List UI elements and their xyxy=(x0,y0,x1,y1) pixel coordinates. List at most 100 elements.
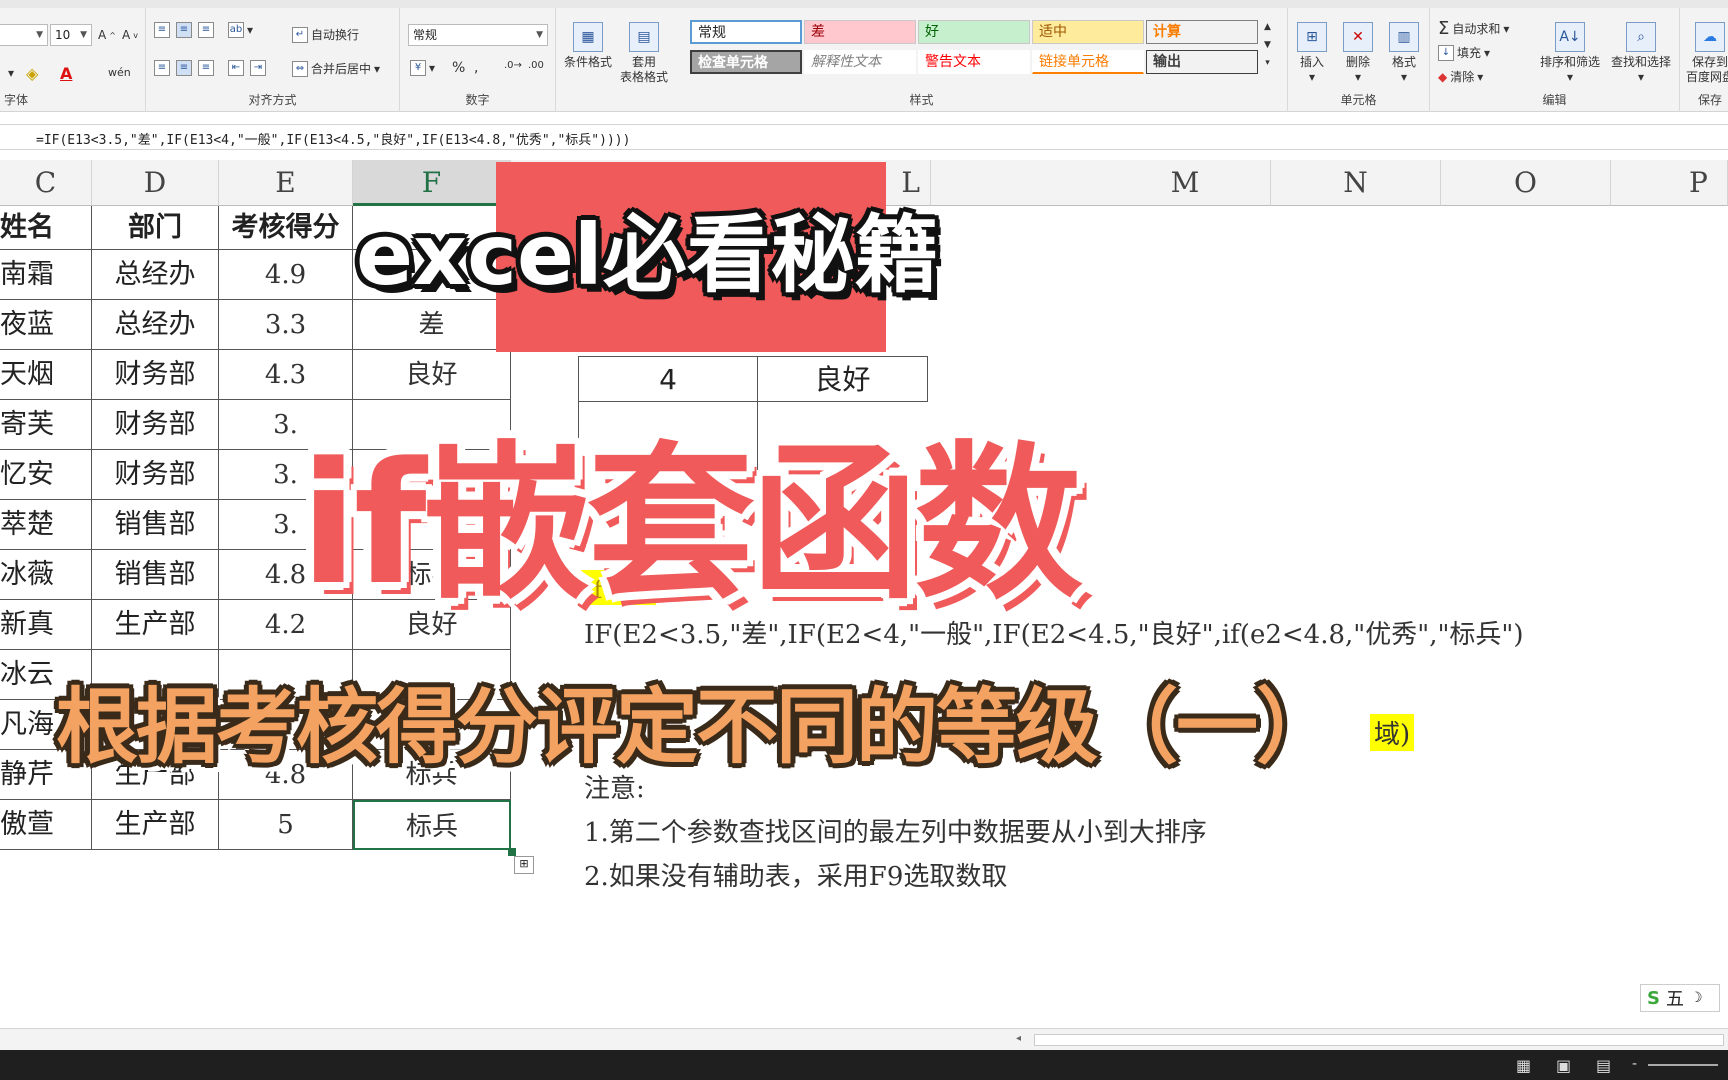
font-color-icon[interactable]: A xyxy=(60,64,72,83)
style-bad[interactable]: 差 xyxy=(804,20,916,44)
table-format-icon: ▤ xyxy=(629,22,659,52)
sort-filter-button[interactable]: A↓ 排序和筛选 ▾ xyxy=(1536,22,1604,85)
table-cell[interactable]: 南霜 xyxy=(0,250,92,300)
align-left-icon[interactable]: ≡ xyxy=(154,60,170,76)
horizontal-scrollbar[interactable]: ◂ xyxy=(0,1028,1728,1050)
table-cell[interactable]: 天烟 xyxy=(0,350,92,400)
style-calculation[interactable]: 计算 xyxy=(1146,20,1258,44)
column-header-e[interactable]: E xyxy=(219,160,353,206)
formula-bar[interactable]: =IF(E13<3.5,"差",IF(E13<4,"一般",IF(E13<4.5… xyxy=(0,124,1728,150)
autosum-button[interactable]: Σ 自动求和 ▾ xyxy=(1438,18,1509,39)
font-name-dropdown[interactable]: ▼ xyxy=(0,24,48,46)
delete-icon: ✕ xyxy=(1343,22,1373,52)
table-cell[interactable]: 总经办 xyxy=(92,250,219,300)
table-cell[interactable]: 财务部 xyxy=(92,450,219,500)
orientation-icon[interactable]: ab ▾ xyxy=(228,22,253,38)
percent-icon[interactable]: % xyxy=(452,60,465,76)
scroll-thumb[interactable] xyxy=(1034,1034,1724,1046)
table-header-cell[interactable]: 姓名 xyxy=(0,206,92,250)
decrease-decimal-icon[interactable]: .00 xyxy=(528,60,544,71)
overlay-title-excel: excel必看秘籍 xyxy=(356,206,939,304)
quick-analysis-icon[interactable]: ⊞ xyxy=(514,856,534,874)
table-cell[interactable]: 傲萱 xyxy=(0,800,92,850)
table-cell[interactable]: 销售部 xyxy=(92,500,219,550)
table-cell[interactable]: 忆安 xyxy=(0,450,92,500)
increase-decimal-icon[interactable]: .0→ xyxy=(504,60,522,71)
phonetic-icon[interactable]: wén xyxy=(108,66,131,79)
align-top-icon[interactable]: ≡ xyxy=(154,22,170,38)
style-good[interactable]: 好 xyxy=(918,20,1030,44)
align-middle-icon[interactable]: ≡ xyxy=(176,22,192,38)
column-header-m[interactable]: M xyxy=(1171,160,1200,206)
zoom-out-icon[interactable]: - xyxy=(1632,1056,1637,1072)
grow-font-button[interactable]: A ^ xyxy=(98,28,116,42)
page-layout-icon[interactable]: ▣ xyxy=(1556,1056,1571,1075)
normal-view-icon[interactable]: ▦ xyxy=(1516,1056,1531,1075)
accounting-icon[interactable]: ¥ ▾ xyxy=(410,60,435,76)
formula-text[interactable]: =IF(E13<3.5,"差",IF(E13<4,"一般",IF(E13<4.5… xyxy=(36,129,630,148)
comma-icon[interactable]: , xyxy=(474,60,478,76)
table-header-cell[interactable]: 部门 xyxy=(92,206,219,250)
column-header-n[interactable]: N xyxy=(1271,160,1441,206)
overlay-title-if: if嵌套函数 xyxy=(300,426,1083,622)
style-warning[interactable]: 警告文本 xyxy=(918,50,1030,74)
column-header-m-n: M xyxy=(931,160,1271,206)
style-explanatory[interactable]: 解释性文本 xyxy=(804,50,916,74)
increase-indent-icon[interactable]: ⇥ xyxy=(250,60,266,76)
styles-scroll[interactable]: ▲ ▼ ▾ xyxy=(1264,22,1271,68)
format-button[interactable]: ▥ 格式 ▾ xyxy=(1380,22,1428,85)
align-bottom-icon[interactable]: ≡ xyxy=(198,22,214,38)
ime-indicator[interactable]: S 五 ☽ xyxy=(1640,984,1720,1012)
table-cell[interactable]: 冰薇 xyxy=(0,550,92,600)
table-cell[interactable]: 总经办 xyxy=(92,300,219,350)
style-neutral[interactable]: 适中 xyxy=(1032,20,1144,44)
column-header-o[interactable]: O xyxy=(1441,160,1611,206)
number-format-dropdown[interactable]: 常规 ▼ xyxy=(408,24,548,46)
format-as-table-button[interactable]: ▤ 套用 表格格式 xyxy=(618,22,670,85)
merge-center-button[interactable]: ⇔ 合并后居中 ▾ xyxy=(292,60,380,77)
table-cell[interactable]: 新真 xyxy=(0,600,92,650)
selected-cell[interactable]: 标兵 xyxy=(353,800,511,850)
scroll-left-icon[interactable]: ◂ xyxy=(1016,1033,1030,1047)
align-right-icon[interactable]: ≡ xyxy=(198,60,214,76)
wrap-text-button[interactable]: ↵ 自动换行 xyxy=(292,26,359,43)
column-header-c[interactable]: C xyxy=(0,160,92,206)
table-cell[interactable]: 3.3 xyxy=(219,300,353,350)
style-output[interactable]: 输出 xyxy=(1146,50,1258,74)
style-normal[interactable]: 常规 xyxy=(690,20,802,44)
table-cell[interactable]: 萃楚 xyxy=(0,500,92,550)
table-cell[interactable]: 销售部 xyxy=(92,550,219,600)
style-linked-cell[interactable]: 链接单元格 xyxy=(1032,50,1144,74)
table-cell[interactable]: 生产部 xyxy=(92,600,219,650)
conditional-format-button[interactable]: ▦ 条件格式 xyxy=(562,22,614,70)
table-cell[interactable]: 4.9 xyxy=(219,250,353,300)
font-size-dropdown[interactable]: 10 ▼ xyxy=(50,24,92,46)
zoom-slider[interactable] xyxy=(1648,1064,1718,1066)
column-header-d[interactable]: D xyxy=(92,160,219,206)
fill-handle[interactable] xyxy=(508,848,516,856)
style-check-cell[interactable]: 检查单元格 xyxy=(690,50,802,74)
styles-group: ▦ 条件格式 ▤ 套用 表格格式 常规 差 好 适中 计算 检查单元格 解释性文本 警… xyxy=(556,8,1288,112)
table-header-cell[interactable]: 考核得分 xyxy=(219,206,353,250)
page-break-icon[interactable]: ▤ xyxy=(1596,1056,1611,1075)
decrease-indent-icon[interactable]: ⇤ xyxy=(228,60,244,76)
border-icon[interactable]: ▾ xyxy=(8,66,14,80)
table-cell[interactable]: 5 xyxy=(219,800,353,850)
insert-button[interactable]: ⊞ 插入 ▾ xyxy=(1288,22,1336,85)
save-to-baidu-button[interactable]: ☁ 保存到 百度网盘 xyxy=(1682,22,1728,85)
find-select-button[interactable]: ⌕ 查找和选择 ▾ xyxy=(1606,22,1676,85)
table-cell[interactable]: 寄芙 xyxy=(0,400,92,450)
align-center-icon[interactable]: ≡ xyxy=(176,60,192,76)
table-cell[interactable]: 财务部 xyxy=(92,400,219,450)
table-cell[interactable]: 夜蓝 xyxy=(0,300,92,350)
fill-color-icon[interactable]: ◈ xyxy=(26,64,38,83)
table-cell[interactable]: 财务部 xyxy=(92,350,219,400)
clear-button[interactable]: ◆ 清除 ▾ xyxy=(1438,68,1483,85)
shrink-font-button[interactable]: Av xyxy=(122,28,138,42)
delete-button[interactable]: ✕ 删除 ▾ xyxy=(1334,22,1382,85)
editing-group-label: 编辑 xyxy=(1542,93,1567,107)
table-cell[interactable]: 生产部 xyxy=(92,800,219,850)
column-header-p[interactable]: P xyxy=(1611,160,1728,206)
fill-button[interactable]: ↓ 填充 ▾ xyxy=(1438,44,1490,61)
styles-group-label: 样式 xyxy=(909,93,934,107)
